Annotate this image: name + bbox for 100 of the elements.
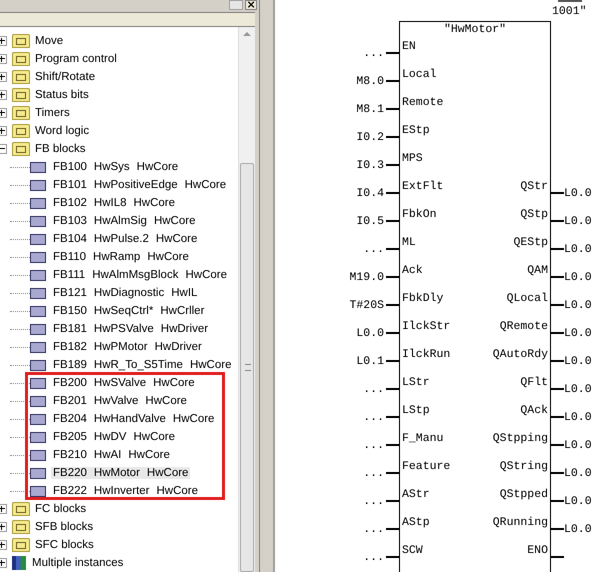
operand: T#20S xyxy=(348,298,385,312)
tree-item[interactable]: FB201 HwValve HwCore xyxy=(51,395,189,407)
tree-item[interactable]: FB222 HwInverter HwCore xyxy=(51,485,200,497)
operand: L0.1 xyxy=(355,354,385,368)
block-icon xyxy=(30,234,46,244)
block-icon xyxy=(30,306,46,316)
input-pin: F_Manu xyxy=(402,432,444,445)
input-pin: AStr xyxy=(402,488,430,501)
tree-item[interactable]: FB121 HwDiagnostic HwIL xyxy=(51,287,200,299)
tree-item[interactable]: SFC blocks xyxy=(35,539,94,551)
block-icon xyxy=(30,360,46,370)
instances-icon xyxy=(12,556,26,570)
block-icon xyxy=(30,414,46,424)
output-pin: QStp xyxy=(520,208,548,221)
expand-icon[interactable] xyxy=(0,522,7,532)
tree-item[interactable]: Multiple instances xyxy=(32,557,124,569)
output-pin: QStpped xyxy=(500,488,548,501)
expand-icon[interactable] xyxy=(0,540,7,550)
tree-item[interactable]: FB111 HwAlmMsgBlock HwCore xyxy=(51,269,229,281)
tree-item[interactable]: Status bits xyxy=(35,89,89,101)
folder-icon xyxy=(12,70,30,84)
operand: M8.1 xyxy=(355,102,385,116)
folder-icon xyxy=(12,502,30,516)
tree-item[interactable]: FB150 HwSeqCtrl* HwCrller xyxy=(51,305,206,317)
operand: ... xyxy=(362,438,385,452)
operand: L0.0 xyxy=(564,270,593,284)
folder-icon xyxy=(12,106,30,120)
output-pin: QAutoRdy xyxy=(492,348,548,361)
block-icon xyxy=(30,432,46,442)
block-icon xyxy=(30,270,46,280)
tree-item[interactable]: FC blocks xyxy=(35,503,86,515)
tree-item[interactable]: FB181 HwPSValve HwDriver xyxy=(51,323,210,335)
input-pin: LStp xyxy=(402,404,430,417)
tree-item[interactable]: FB210 HwAI HwCore xyxy=(51,449,172,461)
tree-item[interactable]: FB204 HwHandValve HwCore xyxy=(51,413,216,425)
block-icon xyxy=(30,342,46,352)
input-pin: Feature xyxy=(402,460,450,473)
block-icon xyxy=(30,396,46,406)
tree-item[interactable]: FB102 HwIL8 HwCore xyxy=(51,197,178,209)
block-icon xyxy=(30,486,46,496)
operand: L0.0 xyxy=(355,326,385,340)
block-icon xyxy=(30,288,46,298)
tree-item[interactable]: FB220 HwMotor HwCore xyxy=(51,467,190,479)
tree-item[interactable]: FB103 HwAlmSig HwCore xyxy=(51,215,198,227)
block-icon xyxy=(30,468,46,478)
tree-item[interactable]: Word logic xyxy=(35,125,90,137)
expand-icon[interactable] xyxy=(0,36,7,46)
input-pin: MPS xyxy=(402,152,423,165)
folder-icon xyxy=(12,124,30,138)
operand: ... xyxy=(362,494,385,508)
operand: I0.3 xyxy=(355,158,385,172)
close-button[interactable]: × xyxy=(245,0,258,10)
tree-item[interactable]: SFB blocks xyxy=(35,521,94,533)
tree-item[interactable]: Move xyxy=(35,35,64,47)
block-icon xyxy=(30,378,46,388)
operand: I0.5 xyxy=(355,214,385,228)
tree-item[interactable]: Timers xyxy=(35,107,70,119)
output-pin: QStpping xyxy=(492,432,548,445)
tree-item[interactable]: FB100 HwSys HwCore xyxy=(51,161,180,173)
operand: L0.0 xyxy=(564,354,593,368)
expand-icon[interactable] xyxy=(0,90,7,100)
tree-item[interactable]: Program control xyxy=(35,53,117,65)
tree-item[interactable]: FB blocks xyxy=(35,143,86,155)
folder-icon xyxy=(12,34,30,48)
output-pin: QStr xyxy=(520,180,548,193)
output-pin: QRunning xyxy=(492,516,548,529)
expand-icon[interactable] xyxy=(0,72,7,82)
block-icon xyxy=(30,252,46,262)
operand: L0.0 xyxy=(564,382,593,396)
vertical-scrollbar[interactable] xyxy=(238,27,256,572)
tree-item[interactable]: FB205 HwDV HwCore xyxy=(51,431,178,443)
block-name: "HwMotor" xyxy=(442,22,508,38)
expand-icon[interactable] xyxy=(0,558,7,568)
expand-icon[interactable] xyxy=(0,54,7,64)
block-icon xyxy=(30,216,46,226)
operand: I0.2 xyxy=(355,130,385,144)
instance-label: 1001" xyxy=(552,5,588,18)
expand-icon[interactable] xyxy=(0,126,7,136)
block-icon xyxy=(30,180,46,190)
input-pin: ExtFlt xyxy=(402,180,444,193)
folder-icon xyxy=(12,520,30,534)
tree-item[interactable]: FB189 HwR_To_S5Time HwCore xyxy=(51,359,234,371)
tree-item[interactable]: FB182 HwPMotor HwDriver xyxy=(51,341,204,353)
output-pin: QAM xyxy=(527,264,548,277)
output-pin: QRemote xyxy=(500,320,548,333)
input-pin: Ack xyxy=(402,264,423,277)
operand: L0.0 xyxy=(564,410,593,424)
input-pin: EStp xyxy=(402,124,430,137)
expand-icon[interactable] xyxy=(0,504,7,514)
expand-icon[interactable] xyxy=(0,108,7,118)
input-pin: LStr xyxy=(402,376,430,389)
tree-item[interactable]: FB101 HwPositiveEdge HwCore xyxy=(51,179,228,191)
tree-item[interactable]: Shift/Rotate xyxy=(35,71,96,83)
tree-item[interactable]: FB200 HwSValve HwCore xyxy=(51,377,197,389)
operand: L0.0 xyxy=(564,438,593,452)
collapse-icon[interactable] xyxy=(0,144,7,154)
tree-item[interactable]: FB110 HwRamp HwCore xyxy=(51,251,191,263)
tree-item[interactable]: FB104 HwPulse.2 HwCore xyxy=(51,233,200,245)
operand: ... xyxy=(362,46,385,60)
scroll-thumb[interactable] xyxy=(240,163,254,572)
